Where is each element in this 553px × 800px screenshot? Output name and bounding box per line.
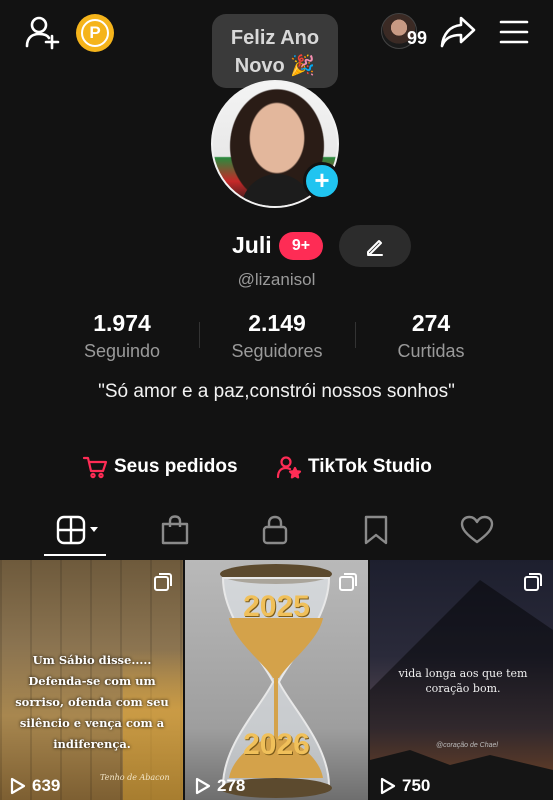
active-tab-indicator	[44, 554, 106, 556]
view-count: 750	[380, 776, 430, 796]
edit-profile-button[interactable]	[339, 225, 411, 267]
video-signature: Tenho de Abacon	[100, 773, 170, 782]
coins-button[interactable]: P	[76, 14, 114, 52]
notification-badge[interactable]: 9+	[279, 232, 323, 260]
stat-following[interactable]: 1.974 Seguindo	[47, 310, 197, 362]
share-button[interactable]	[438, 12, 478, 52]
year-bottom-label: 2026	[243, 728, 310, 761]
orders-label: Seus pedidos	[114, 456, 238, 477]
coin-icon: P	[81, 19, 109, 47]
shopping-bag-icon	[161, 515, 189, 545]
video-caption: vida longa aos que tem coração bom.	[398, 667, 528, 695]
heart-icon	[460, 515, 494, 544]
multi-photo-icon	[153, 572, 173, 597]
video-tile[interactable]: 2025 2026 278	[185, 560, 368, 800]
view-count: 278	[195, 776, 245, 796]
hamburger-menu-icon	[499, 20, 529, 44]
friends-count: 99	[407, 28, 428, 48]
note-bubble[interactable]: Feliz Ano Novo 🎉	[212, 14, 338, 98]
add-friend-button[interactable]	[22, 12, 62, 52]
view-count-label: 639	[32, 776, 61, 795]
video-tile[interactable]: Um Sábio disse..... Defenda-se com um so…	[0, 560, 183, 800]
username: @lizanisol	[237, 270, 316, 289]
add-user-icon	[25, 16, 60, 50]
pencil-icon	[367, 240, 383, 256]
stat-divider	[199, 322, 200, 348]
multi-photo-icon	[523, 572, 543, 597]
grid-icon	[56, 515, 98, 545]
tab-saved[interactable]	[346, 508, 406, 552]
creator-icon	[276, 456, 302, 479]
orders-link[interactable]: Seus pedidos	[82, 454, 238, 480]
video-caption: Um Sábio disse..... Defenda-se com um so…	[15, 653, 169, 751]
multi-photo-icon	[338, 572, 358, 597]
stat-followers[interactable]: 2.149 Seguidores	[202, 310, 352, 362]
view-count: 639	[10, 776, 60, 796]
play-icon	[380, 777, 396, 795]
followers-count: 2.149	[248, 310, 306, 336]
display-name: Juli	[232, 232, 272, 258]
following-label: Seguindo	[83, 341, 161, 361]
video-tile[interactable]: vida longa aos que tem coração bom. @cor…	[370, 560, 553, 800]
play-icon	[195, 777, 211, 795]
view-count-label: 750	[402, 776, 431, 795]
tab-videos[interactable]	[44, 508, 104, 552]
following-count: 1.974	[93, 310, 151, 336]
play-icon	[10, 777, 26, 795]
menu-button[interactable]	[496, 12, 532, 52]
bio: "Só amor e a paz,constrói nossos sonhos"	[98, 381, 455, 402]
bookmark-icon	[364, 515, 388, 545]
lock-icon	[262, 515, 288, 545]
tiktok-studio-link[interactable]: TikTok Studio	[276, 454, 432, 480]
plus-icon: +	[314, 165, 330, 195]
tab-liked[interactable]	[447, 508, 507, 552]
stat-likes[interactable]: 274 Curtidas	[356, 310, 506, 362]
tab-private[interactable]	[245, 508, 305, 552]
followers-label: Seguidores	[231, 341, 323, 361]
likes-count: 274	[411, 310, 451, 336]
view-count-label: 278	[217, 776, 246, 795]
share-icon	[440, 16, 476, 48]
add-story-button[interactable]: +	[303, 162, 341, 200]
video-handle: @coração de Chael	[436, 742, 498, 749]
cart-icon	[82, 456, 108, 479]
likes-label: Curtidas	[397, 341, 465, 361]
studio-label: TikTok Studio	[308, 456, 432, 477]
tab-shop[interactable]	[145, 508, 205, 552]
